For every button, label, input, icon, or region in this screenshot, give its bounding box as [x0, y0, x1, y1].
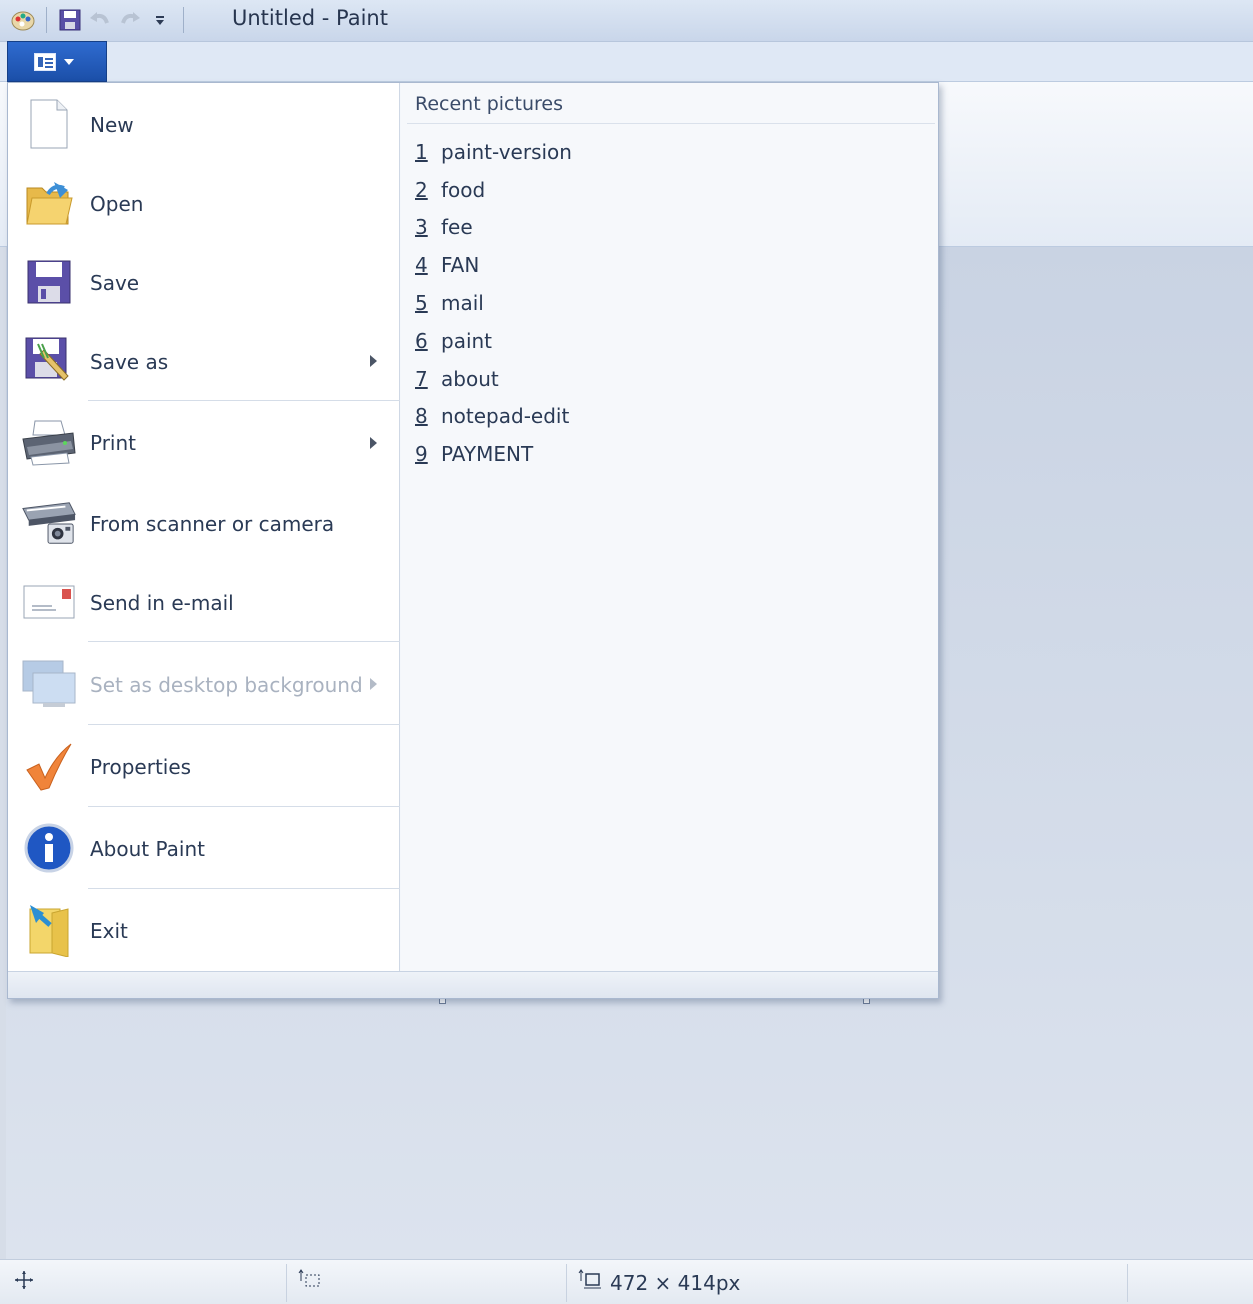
- menu-item-label: Print: [90, 431, 137, 455]
- menu-item-label: About Paint: [90, 837, 205, 861]
- canvas-size-icon: [578, 1269, 602, 1296]
- status-divider: [566, 1264, 567, 1302]
- save-icon[interactable]: [55, 5, 85, 35]
- menu-commands: New Open Save Save as Print From scanner…: [8, 83, 400, 971]
- menu-item-open[interactable]: Open: [8, 164, 400, 242]
- recent-item[interactable]: 2 food: [415, 178, 485, 202]
- menu-item-label: Properties: [90, 755, 192, 779]
- menu-item-label: Open: [90, 192, 144, 216]
- exit-icon: [21, 902, 77, 958]
- cursor-position: [14, 1260, 34, 1304]
- status-bar: 472 × 414px: [0, 1259, 1253, 1304]
- save-as-icon: [21, 333, 77, 389]
- printer-icon: [21, 415, 77, 471]
- new-document-icon: [21, 96, 77, 152]
- menu-item-label: New: [90, 113, 134, 137]
- menu-item-save[interactable]: Save: [8, 243, 400, 321]
- menu-item-exit[interactable]: Exit: [8, 890, 400, 970]
- recent-pictures-panel: Recent pictures 1 paint-version 2 food 3 fe…: [401, 83, 938, 971]
- redo-icon[interactable]: [115, 5, 145, 35]
- canvas-size-label: 472 × 414px: [610, 1270, 741, 1295]
- recent-item[interactable]: 9 PAYMENT: [415, 442, 533, 466]
- checkmark-icon: [21, 738, 77, 794]
- file-menu-button[interactable]: [7, 41, 107, 82]
- submenu-arrow-icon: [370, 355, 377, 367]
- recent-item[interactable]: 5 mail: [415, 291, 484, 315]
- menu-item-save-as[interactable]: Save as: [8, 322, 400, 400]
- menu-item-label: Exit: [90, 919, 128, 943]
- status-divider: [1127, 1264, 1128, 1302]
- menu-item-label: Send in e-mail: [90, 591, 234, 615]
- menu-divider: [88, 400, 400, 401]
- menu-item-label: Save: [90, 271, 140, 295]
- recent-item[interactable]: 6 paint: [415, 329, 492, 353]
- move-cursor-icon: [14, 1270, 34, 1295]
- title-bar: Untitled - Paint: [0, 0, 1253, 42]
- heading-divider: [407, 123, 935, 124]
- menu-item-new[interactable]: New: [8, 85, 400, 163]
- menu-item-label: Set as desktop background: [90, 673, 363, 697]
- chevron-down-icon: [64, 58, 74, 65]
- quick-access-toolbar: [8, 4, 192, 36]
- menu-item-send-email[interactable]: Send in e-mail: [8, 563, 400, 641]
- paint-app-icon[interactable]: [8, 5, 38, 35]
- status-divider: [286, 1264, 287, 1302]
- file-menu-dropdown: New Open Save Save as Print From scanner…: [7, 82, 939, 999]
- menu-item-properties[interactable]: Properties: [8, 726, 400, 806]
- desktop-background-icon: [21, 656, 77, 712]
- recent-item[interactable]: 3 fee: [415, 215, 473, 239]
- open-folder-icon: [21, 175, 77, 231]
- menu-divider: [88, 724, 400, 725]
- file-menu-icon: [34, 52, 56, 71]
- menu-divider: [88, 641, 400, 642]
- recent-item[interactable]: 4 FAN: [415, 253, 479, 277]
- undo-icon[interactable]: [85, 5, 115, 35]
- toolbar-separator: [46, 7, 47, 33]
- menu-footer: [8, 971, 938, 998]
- customize-toolbar-icon[interactable]: [145, 5, 175, 35]
- menu-divider: [88, 806, 400, 807]
- selection-size: [298, 1260, 322, 1304]
- canvas-size: 472 × 414px: [578, 1260, 740, 1304]
- recent-item[interactable]: 8 notepad-edit: [415, 404, 569, 428]
- recent-pictures-heading: Recent pictures: [415, 93, 563, 115]
- menu-divider: [88, 888, 400, 889]
- menu-item-about-paint[interactable]: About Paint: [8, 808, 400, 888]
- submenu-arrow-icon: [370, 437, 377, 449]
- menu-item-print[interactable]: Print: [8, 403, 400, 483]
- scanner-camera-icon: [21, 495, 77, 551]
- toolbar-separator: [183, 7, 184, 33]
- recent-item[interactable]: 1 paint-version: [415, 140, 572, 164]
- recent-item[interactable]: 7 about: [415, 367, 499, 391]
- selection-size-icon: [298, 1269, 322, 1296]
- menu-item-scanner-camera[interactable]: From scanner or camera: [8, 484, 400, 562]
- submenu-arrow-icon: [370, 678, 377, 690]
- menu-item-label: Save as: [90, 350, 169, 374]
- ribbon-tab-strip: [0, 42, 1253, 82]
- email-envelope-icon: [21, 574, 77, 630]
- menu-item-set-desktop-background: Set as desktop background: [8, 644, 400, 724]
- info-icon: [21, 820, 77, 876]
- window-title: Untitled - Paint: [232, 6, 388, 30]
- floppy-disk-icon: [21, 254, 77, 310]
- menu-item-label: From scanner or camera: [90, 512, 335, 536]
